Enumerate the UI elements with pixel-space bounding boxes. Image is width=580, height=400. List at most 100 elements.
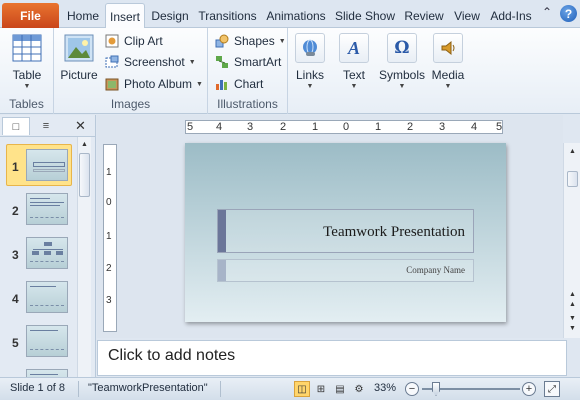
- table-button[interactable]: Table ▼: [7, 32, 47, 90]
- slide-number: 2: [12, 204, 19, 218]
- ruler-tick: 5: [187, 121, 194, 133]
- links-button[interactable]: Links ▼: [294, 32, 326, 90]
- slide-counter: Slide 1 of 8: [10, 382, 66, 394]
- table-icon: [11, 32, 43, 64]
- scroll-up-icon[interactable]: ▲: [567, 146, 578, 156]
- slide-thumbnail[interactable]: 4: [0, 281, 80, 321]
- status-divider: [78, 381, 79, 397]
- title-placeholder[interactable]: Teamwork Presentation: [217, 209, 474, 253]
- zoom-in-icon[interactable]: +: [522, 382, 536, 396]
- previous-slide-icon[interactable]: ▲: [567, 299, 578, 309]
- symbols-button[interactable]: Ω Symbols ▼: [379, 32, 425, 90]
- group-tables: Table ▼ Tables: [0, 28, 54, 114]
- next-slide-icon[interactable]: ▼: [567, 313, 578, 323]
- scrollbar-thumb[interactable]: [79, 153, 90, 197]
- links-label: Links: [295, 68, 324, 82]
- ruler-tick: 1: [106, 231, 112, 242]
- photo-album-label: Photo Album: [124, 77, 193, 91]
- clip-art-icon: [104, 33, 120, 49]
- group-label-images: Images: [110, 97, 151, 111]
- subtitle-placeholder[interactable]: Company Name: [217, 259, 474, 282]
- fit-to-window-icon[interactable]: ⤢: [544, 381, 560, 397]
- ruler-tick: 2: [280, 121, 287, 133]
- status-divider: [220, 381, 221, 397]
- slide-show-icon[interactable]: ⚙: [351, 381, 367, 397]
- theme-name[interactable]: "TeamworkPresentation": [88, 382, 208, 394]
- zoom-slider-thumb[interactable]: [432, 382, 440, 396]
- media-button[interactable]: Media ▼: [430, 32, 466, 90]
- photo-album-button[interactable]: Photo Album ▼: [104, 74, 203, 94]
- screenshot-button[interactable]: Screenshot ▼: [104, 52, 196, 72]
- zoom-out-icon[interactable]: −: [405, 382, 419, 396]
- slide-preview: [26, 281, 68, 313]
- next-slide-icon[interactable]: ▼: [567, 323, 578, 333]
- outline-tab[interactable]: ≡: [32, 117, 60, 135]
- picture-button[interactable]: Picture: [58, 32, 100, 82]
- group-label-illustrations: Illustrations: [217, 97, 278, 111]
- slide-thumbnail[interactable]: 1: [0, 144, 80, 189]
- ruler-tick: 4: [216, 121, 223, 133]
- tab-add-ins[interactable]: Add-Ins: [488, 3, 534, 28]
- subtitle-accent-bar: [218, 260, 226, 281]
- group-images: Picture Clip Art Screenshot ▼ Photo Albu…: [54, 28, 208, 114]
- tab-home[interactable]: Home: [63, 3, 103, 28]
- picture-icon: [63, 32, 95, 64]
- slides-tab[interactable]: □: [2, 117, 30, 135]
- shapes-dropdown-icon: ▼: [278, 37, 286, 45]
- tab-view[interactable]: View: [450, 3, 484, 28]
- slide-thumbnail[interactable]: 2: [0, 193, 80, 233]
- canvas-scrollbar[interactable]: ▲ ▲ ▲ ▼ ▼: [563, 143, 580, 338]
- ruler-tick: 2: [407, 121, 414, 133]
- slide-sorter-icon[interactable]: ⊞: [313, 381, 329, 397]
- shapes-icon: [214, 33, 230, 49]
- ruler-tick: 2: [106, 263, 112, 274]
- slide-thumbnail[interactable]: 5: [0, 325, 80, 365]
- text-button[interactable]: A Text ▼: [338, 32, 370, 90]
- slide-thumbnail[interactable]: 6: [0, 369, 80, 377]
- table-dropdown-icon: ▼: [23, 83, 31, 90]
- slide-preview: [26, 237, 68, 269]
- table-button-label: Table: [12, 68, 42, 82]
- slide-title: Teamwork Presentation: [323, 224, 465, 240]
- screenshot-label: Screenshot: [124, 55, 185, 69]
- tab-animations[interactable]: Animations: [264, 3, 328, 28]
- chart-label: Chart: [234, 77, 264, 91]
- close-icon[interactable]: ✕: [75, 118, 86, 134]
- slides-scrollbar[interactable]: ▲: [77, 137, 91, 377]
- minimize-ribbon-icon[interactable]: ⌃: [542, 5, 552, 19]
- ruler-tick: 0: [343, 121, 350, 133]
- scroll-up-icon[interactable]: ▲: [79, 139, 90, 149]
- slides-pane: □ ≡ ✕ 1 2 3 4 5 ▲: [0, 115, 96, 377]
- scrollbar-thumb[interactable]: [567, 171, 578, 187]
- tab-design[interactable]: Design: [148, 3, 192, 28]
- group-label-tables: Tables: [9, 97, 44, 111]
- pane-tabs: □ ≡ ✕: [0, 115, 95, 137]
- smartart-button[interactable]: SmartArt: [214, 52, 281, 72]
- chart-button[interactable]: Chart: [214, 74, 263, 94]
- group-symbols: Ω Symbols ▼: [376, 28, 426, 114]
- slide-preview: [26, 369, 68, 377]
- slide-number: 3: [12, 248, 19, 262]
- clip-art-button[interactable]: Clip Art: [104, 31, 163, 51]
- help-icon[interactable]: ?: [560, 5, 577, 22]
- tab-transitions[interactable]: Transitions: [195, 3, 260, 28]
- reading-view-icon[interactable]: ▤: [332, 381, 348, 397]
- ruler-tick: 4: [471, 121, 478, 133]
- slide-thumbnail[interactable]: 3: [0, 237, 80, 277]
- ribbon-tab-bar: File Home Insert Design Transitions Anim…: [0, 0, 580, 29]
- tab-file[interactable]: File: [2, 3, 59, 28]
- ruler-tick: 1: [375, 121, 382, 133]
- screenshot-icon: [104, 54, 120, 70]
- slide-number: 1: [12, 160, 19, 174]
- tab-slide-show[interactable]: Slide Show: [333, 3, 397, 28]
- notes-pane[interactable]: Click to add notes: [97, 340, 567, 376]
- tab-review[interactable]: Review: [402, 3, 446, 28]
- media-icon: [432, 32, 464, 64]
- normal-view-icon[interactable]: ◫: [294, 381, 310, 397]
- tab-insert[interactable]: Insert: [105, 3, 145, 29]
- zoom-level[interactable]: 33%: [374, 382, 396, 394]
- group-links: Links ▼: [288, 28, 330, 114]
- previous-slide-icon[interactable]: ▲: [567, 289, 578, 299]
- shapes-button[interactable]: Shapes ▼: [214, 31, 286, 51]
- ruler-tick: 3: [106, 295, 112, 306]
